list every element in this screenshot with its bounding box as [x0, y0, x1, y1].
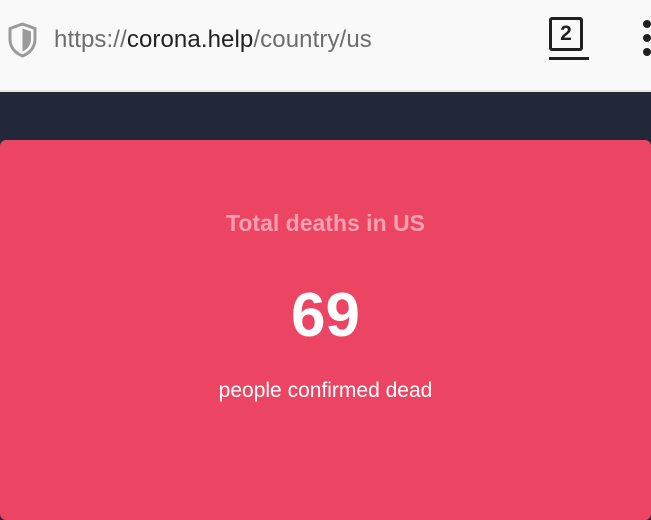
card-subtitle: people confirmed dead: [218, 379, 433, 402]
browser-toolbar: https://corona.help/country/us 2: [0, 0, 651, 92]
tabs-button[interactable]: 2: [549, 17, 589, 61]
address-bar[interactable]: https://corona.help/country/us: [54, 24, 372, 56]
tabs-underline: [549, 57, 589, 60]
card-title: Total deaths in US: [226, 210, 425, 236]
menu-dot: [643, 34, 651, 42]
menu-dot: [643, 20, 651, 28]
tabs-counter-icon: 2: [549, 17, 583, 51]
tab-count: 2: [560, 22, 572, 45]
total-deaths-card: Total deaths in US 69 people confirmed d…: [0, 140, 651, 520]
page-content: Total deaths in US 69 people confirmed d…: [0, 92, 651, 520]
url-path: /country/us: [253, 26, 372, 53]
url-host: corona.help: [126, 26, 254, 53]
shield-icon[interactable]: [7, 22, 38, 58]
deaths-count: 69: [291, 281, 360, 350]
kebab-menu-icon[interactable]: [640, 18, 651, 58]
url-scheme: https://: [54, 26, 127, 53]
menu-dot: [643, 48, 651, 56]
